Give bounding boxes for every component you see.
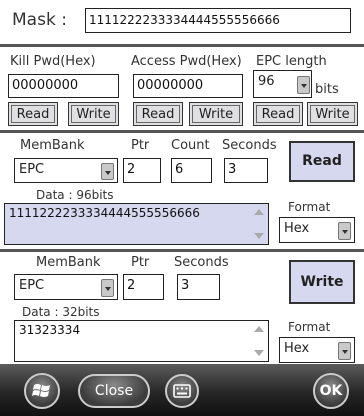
write-format-select[interactable]: Hex <box>279 337 355 363</box>
epc-length-select[interactable]: 96 <box>253 70 312 98</box>
epc-unit-label: bits <box>315 82 339 97</box>
read-data-label: Data : 96bits <box>36 188 114 202</box>
scroll-up-icon <box>254 209 264 215</box>
access-pwd-input[interactable]: 00000000 <box>133 74 243 98</box>
dropdown-arrow-icon <box>297 76 310 94</box>
read-format-select[interactable]: Hex <box>279 217 355 243</box>
read-format-label: Format <box>288 200 331 214</box>
scroll-down-icon <box>254 233 264 239</box>
dropdown-arrow-icon <box>338 342 351 360</box>
close-button[interactable]: Close <box>78 374 150 408</box>
scroll-down-icon <box>254 350 264 356</box>
write-ptr-input[interactable]: 2 <box>123 274 164 300</box>
read-membank-label: MemBank <box>20 138 85 153</box>
write-data-label: Data : 32bits <box>22 305 100 319</box>
epc-length-label: EPC length <box>256 54 327 69</box>
read-button[interactable]: Read <box>289 141 355 182</box>
read-count-input[interactable]: 6 <box>171 158 212 183</box>
read-membank-select[interactable]: EPC <box>14 158 118 183</box>
read-ptr-label: Ptr <box>131 138 150 153</box>
write-membank-select[interactable]: EPC <box>14 274 118 300</box>
write-data-scrollbar[interactable] <box>251 322 265 360</box>
write-seconds-label: Seconds <box>174 255 229 270</box>
read-count-label: Count <box>171 138 210 153</box>
access-pwd-label: Access Pwd(Hex) <box>131 54 242 69</box>
write-ptr-label: Ptr <box>131 255 150 270</box>
access-write-button[interactable]: Write <box>189 102 243 126</box>
scroll-up-icon <box>254 326 264 332</box>
read-ptr-input[interactable]: 2 <box>123 158 161 183</box>
write-data-textarea[interactable]: 31323334 <box>14 320 269 362</box>
keyboard-icon <box>173 384 191 398</box>
divider <box>0 44 364 47</box>
start-button[interactable] <box>24 373 60 409</box>
read-data-textarea[interactable]: 1111222233334444555556666 <box>4 203 269 245</box>
ok-button[interactable]: OK <box>313 373 349 409</box>
divider <box>0 130 364 133</box>
read-seconds-input[interactable]: 3 <box>224 158 268 183</box>
mask-input[interactable]: 1111222233334444555556666 <box>85 8 351 33</box>
write-button[interactable]: Write <box>289 260 355 304</box>
read-seconds-label: Seconds <box>222 138 277 153</box>
epc-write-button[interactable]: Write <box>307 102 358 126</box>
dropdown-arrow-icon <box>101 279 114 297</box>
keyboard-button[interactable] <box>165 374 199 408</box>
windows-logo-icon <box>32 384 50 397</box>
kill-write-button[interactable]: Write <box>68 102 119 126</box>
dropdown-arrow-icon <box>338 222 351 240</box>
kill-pwd-input[interactable]: 00000000 <box>8 74 119 98</box>
write-membank-label: MemBank <box>36 255 101 270</box>
write-seconds-input[interactable]: 3 <box>177 274 220 300</box>
kill-read-button[interactable]: Read <box>8 102 58 126</box>
divider <box>0 249 364 252</box>
mask-label: Mask : <box>12 10 67 30</box>
read-data-scrollbar[interactable] <box>251 205 265 243</box>
access-read-button[interactable]: Read <box>133 102 183 126</box>
epc-read-button[interactable]: Read <box>253 102 303 126</box>
write-format-label: Format <box>288 320 331 334</box>
dropdown-arrow-icon <box>101 163 114 180</box>
kill-pwd-label: Kill Pwd(Hex) <box>10 54 96 69</box>
